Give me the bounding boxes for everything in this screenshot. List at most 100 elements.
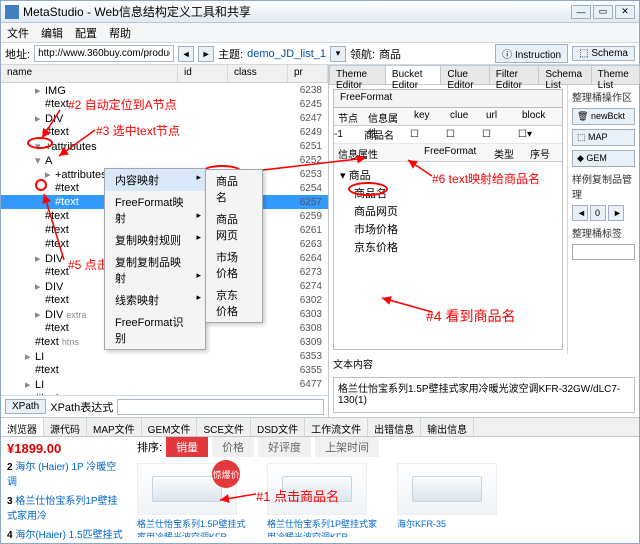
close-button[interactable]: ✕ <box>615 5 635 19</box>
menu-config[interactable]: 配置 <box>75 25 97 41</box>
textcontent-value[interactable]: 格兰仕怡宝系列1.5P壁挂式家用冷暖光波空调KFR-32GW/dLC7-130(… <box>333 377 635 413</box>
ff-node-url[interactable]: 商品网页 <box>340 202 556 220</box>
browser-preview[interactable]: ¥1899.00 2 海尔 (Haier) 1P 冷暖空调3 格兰仕怡宝系列1P… <box>1 437 639 543</box>
ctx-clue-map[interactable]: 线索映射 <box>105 289 205 311</box>
ff-node-jdprice[interactable]: 京东价格 <box>340 238 556 256</box>
tree-row[interactable]: #text6355 <box>1 363 328 377</box>
sort-rating[interactable]: 好评度 <box>258 437 311 457</box>
context-menu[interactable]: 内容映射 FreeFormat映射 复制映射规则 复制复制品映射 线索映射 Fr… <box>104 168 206 350</box>
product-name[interactable]: 海尔KFR-35 <box>397 517 507 537</box>
ff-node-root[interactable]: ▾ 商品 <box>340 166 556 184</box>
list-item[interactable]: 4 海尔(Haier) 1.5匹壁挂式空调 <box>7 524 125 543</box>
tree-row[interactable]: ▸IMG6238 <box>1 83 328 97</box>
product-card[interactable]: 海尔KFR-35 <box>397 463 507 537</box>
col-id[interactable]: id <box>178 65 228 82</box>
product-image[interactable] <box>397 463 497 515</box>
btab-gem[interactable]: GEM文件 <box>142 418 198 436</box>
product-card[interactable]: 惊爆价 格兰仕怡宝系列1.5P壁挂式家用冷暖光波空调KFR-32GW/dLC7-… <box>137 463 247 537</box>
nav-fwd-button[interactable]: ► <box>198 46 214 62</box>
tree-row[interactable]: ▸DIV6247 <box>1 111 328 125</box>
ff-row[interactable]: -1 商品名 ☐ ☐ ☐ ☐▾ <box>334 126 562 144</box>
menu-edit[interactable]: 编辑 <box>41 25 63 41</box>
nav-back-button[interactable]: ◄ <box>178 46 194 62</box>
sub-mprice[interactable]: 市场价格 <box>206 246 262 284</box>
map-button[interactable]: ⬚ MAP <box>572 129 635 146</box>
btab-sce[interactable]: SCE文件 <box>197 418 251 436</box>
menu-help[interactable]: 帮助 <box>109 25 131 41</box>
instruction-button[interactable]: ⓘ Instruction <box>495 44 568 63</box>
ctx-ff-map[interactable]: FreeFormat映射 <box>105 191 205 229</box>
ff-node-mprice[interactable]: 市场价格 <box>340 220 556 238</box>
btab-errors[interactable]: 出错信息 <box>368 418 421 436</box>
gem-button[interactable]: ◆ GEM <box>572 150 635 167</box>
btab-output[interactable]: 输出信息 <box>421 418 474 436</box>
maximize-button[interactable]: ▭ <box>593 5 613 19</box>
product-image[interactable]: 惊爆价 <box>137 463 237 515</box>
newbckt-button[interactable]: 🗑 newBckt <box>572 108 635 125</box>
tab-theme-editor[interactable]: Theme Editor <box>329 65 386 84</box>
product-name[interactable]: 格兰仕怡宝系列1.5P壁挂式家用冷暖光波空调KFR-32GW/dLC7-130(… <box>137 517 247 537</box>
tab-schema-list[interactable]: Schema List <box>538 65 591 84</box>
theme-dd-icon[interactable]: ▾ <box>330 46 346 62</box>
tree-row[interactable]: #text6249 <box>1 125 328 139</box>
sort-price[interactable]: 价格 <box>212 437 254 457</box>
bottom-tabs: 浏览器 源代码 MAP文件 GEM文件 SCE文件 DSD文件 工作流文件 出错… <box>1 417 639 437</box>
freeformat-tab[interactable]: FreeFormat <box>334 90 562 108</box>
ctx-content-map[interactable]: 内容映射 <box>105 169 205 191</box>
tab-bucket-editor[interactable]: Bucket Editor <box>385 65 442 84</box>
context-submenu[interactable]: 商品名 商品网页 市场价格 京东价格 <box>205 169 263 323</box>
ctx-ff-detect[interactable]: FreeFormat识别 <box>105 311 205 349</box>
sample-next[interactable]: ► <box>608 205 624 221</box>
xpath-button[interactable]: XPath <box>5 399 46 414</box>
btab-source[interactable]: 源代码 <box>44 418 87 436</box>
tab-filter-editor[interactable]: Filter Editor <box>489 65 540 84</box>
minimize-button[interactable]: — <box>571 5 591 19</box>
xpath-input[interactable] <box>117 399 324 415</box>
sort-sales[interactable]: 销量 <box>166 437 208 457</box>
sub-name[interactable]: 商品名 <box>206 170 262 208</box>
right-pane: Theme Editor Bucket Editor Clue Editor F… <box>329 65 639 417</box>
ff-cb3[interactable]: ☐ <box>482 129 518 140</box>
product-image[interactable] <box>267 463 367 515</box>
ff-cb4[interactable]: ☐▾ <box>518 129 562 140</box>
ff-tree[interactable]: ▾ 商品 商品名 商品网页 市场价格 京东价格 <box>334 162 562 349</box>
ctx-copy-rule[interactable]: 复制映射规则 <box>105 229 205 251</box>
titlebar: MetaStudio - Web信息结构定义工具和共享 — ▭ ✕ <box>1 1 639 23</box>
col-pr[interactable]: pr <box>288 65 328 82</box>
btab-browser[interactable]: 浏览器 <box>1 418 44 436</box>
ff-header2: 信息属性 FreeFormat 类型 序号 <box>334 144 562 162</box>
textcontent-label: 文本内容 <box>329 354 639 373</box>
tree-row[interactable]: #text <box>1 391 328 395</box>
sub-url[interactable]: 商品网页 <box>206 208 262 246</box>
product-card[interactable]: 格兰仕怡宝系列1P壁挂式家用冷暖光波空调KFR-23GW/DLP7-130 (1… <box>267 463 377 537</box>
tree-row[interactable]: ▸LI6477 <box>1 377 328 391</box>
list-item[interactable]: 3 格兰仕怡宝系列1P壁挂式家用冷 <box>7 490 125 524</box>
btab-workflow[interactable]: 工作流文件 <box>305 418 368 436</box>
tree-row[interactable]: #text6245 <box>1 97 328 111</box>
btab-dsd[interactable]: DSD文件 <box>251 418 305 436</box>
btab-map[interactable]: MAP文件 <box>87 418 142 436</box>
address-input[interactable] <box>34 45 174 62</box>
ctx-copy-clone[interactable]: 复制复制品映射 <box>105 251 205 289</box>
sort-label: 排序: <box>137 439 162 455</box>
tree-row[interactable]: ▸LI6353 <box>1 349 328 363</box>
col-name[interactable]: name <box>1 65 178 82</box>
side-label1: 整理桶操作区 <box>572 89 635 104</box>
ff-node-name[interactable]: 商品名 <box>340 184 556 202</box>
sub-jdprice[interactable]: 京东价格 <box>206 284 262 322</box>
product-name[interactable]: 格兰仕怡宝系列1P壁挂式家用冷暖光波空调KFR-23GW/DLP7-130 (1… <box>267 517 377 537</box>
menu-file[interactable]: 文件 <box>7 25 29 41</box>
tree-row[interactable]: ▾+attributes6251 <box>1 139 328 153</box>
tree-row[interactable]: ▾A6252 <box>1 153 328 167</box>
tab-clue-editor[interactable]: Clue Editor <box>440 65 489 84</box>
col-class[interactable]: class <box>228 65 288 82</box>
ff-cb[interactable]: ☐ <box>410 129 446 140</box>
side-panel: 整理桶操作区 🗑 newBckt ⬚ MAP ◆ GEM 样例复制品管理 ◄ 0… <box>567 85 639 354</box>
schema-button[interactable]: ⬚ Schema <box>572 46 635 61</box>
tab-theme-list[interactable]: Theme List <box>591 65 640 84</box>
bucket-tag-input[interactable] <box>572 244 635 260</box>
sample-prev[interactable]: ◄ <box>572 205 588 221</box>
sort-date[interactable]: 上架时间 <box>315 437 379 457</box>
list-item[interactable]: 2 海尔 (Haier) 1P 冷暖空调 <box>7 456 125 490</box>
ff-cb2[interactable]: ☐ <box>446 129 482 140</box>
